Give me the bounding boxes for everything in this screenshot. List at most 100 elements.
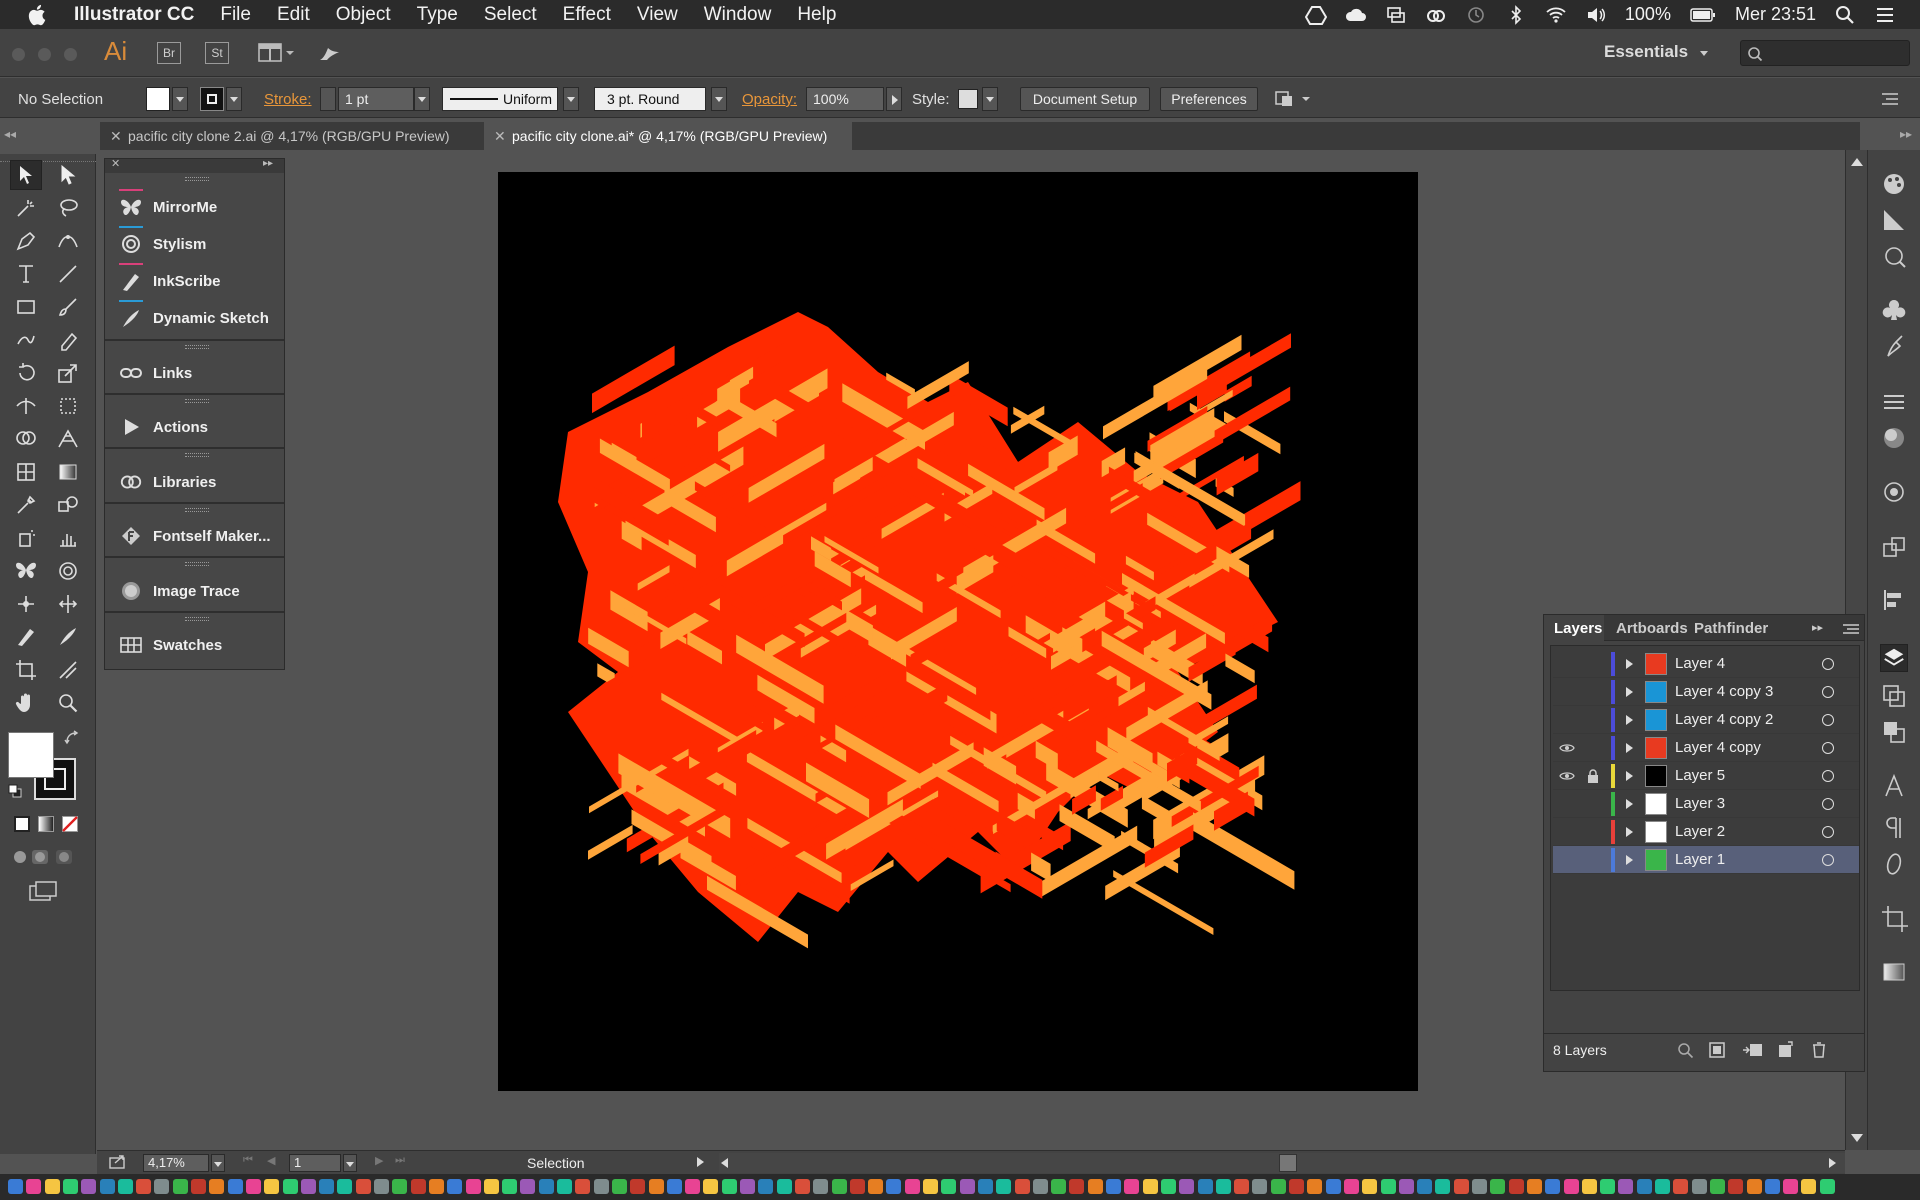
dock-app-icon[interactable] <box>191 1179 206 1194</box>
dock-app-icon[interactable] <box>941 1179 957 1194</box>
dock-app-icon[interactable] <box>26 1179 42 1194</box>
dock-app-icon[interactable] <box>1362 1179 1378 1194</box>
lock-toggle[interactable] <box>1585 852 1601 868</box>
menu-effect[interactable]: Effect <box>563 4 611 26</box>
dock-app-icon[interactable] <box>1490 1179 1506 1194</box>
layer-name[interactable]: Layer 5 <box>1675 767 1725 784</box>
panel-links[interactable]: Links <box>105 355 284 391</box>
minimize-window-button[interactable] <box>38 48 51 61</box>
dock-app-icon[interactable] <box>1709 1179 1725 1194</box>
artboard-tool-button[interactable] <box>10 655 42 685</box>
lock-toggle[interactable] <box>1585 768 1601 784</box>
dock-app-icon[interactable] <box>1179 1179 1195 1194</box>
expand-layer-icon[interactable] <box>1626 855 1633 865</box>
battery-icon[interactable] <box>1689 5 1717 25</box>
panel-image-trace[interactable]: Image Trace <box>105 573 284 609</box>
screen-mode-icon[interactable] <box>28 880 58 902</box>
character-panel-button[interactable] <box>1880 772 1908 800</box>
dock-app-icon[interactable] <box>557 1179 572 1194</box>
dock-app-icon[interactable] <box>740 1179 755 1194</box>
stroke-label[interactable]: Stroke: <box>264 91 312 108</box>
default-fill-stroke-icon[interactable] <box>8 784 22 798</box>
dock-app-icon[interactable] <box>1270 1179 1286 1194</box>
dock-app-icon[interactable] <box>264 1179 280 1194</box>
color-mode-button[interactable] <box>14 816 30 832</box>
selection-tool-button[interactable] <box>10 160 42 190</box>
inkscribe-tool-button[interactable] <box>10 622 42 652</box>
plugin-mirrorme[interactable]: MirrorMe <box>105 189 284 225</box>
scroll-right-arrow[interactable] <box>1829 1158 1836 1168</box>
last-artboard-icon[interactable]: ⏭ <box>395 1154 405 1167</box>
dock-app-icon[interactable] <box>1014 1179 1030 1194</box>
previous-artboard-icon[interactable]: ◀ <box>267 1154 275 1167</box>
brushes-panel-button[interactable] <box>1880 332 1908 360</box>
dock-app-icon[interactable] <box>886 1179 902 1194</box>
tab-artboards[interactable]: Artboards <box>1616 618 1688 640</box>
tab-pathfinder[interactable]: Pathfinder <box>1694 618 1768 640</box>
apple-icon[interactable] <box>26 3 50 27</box>
expand-layer-icon[interactable] <box>1626 687 1633 697</box>
menu-type[interactable]: Type <box>417 4 458 26</box>
stylism-tool-button[interactable] <box>52 556 84 586</box>
paragraph-panel-button[interactable] <box>1880 814 1908 842</box>
menu-object[interactable]: Object <box>336 4 391 26</box>
dock-app-icon[interactable] <box>849 1179 865 1194</box>
bluetooth-icon[interactable] <box>1505 4 1527 25</box>
dock-app-icon[interactable] <box>977 1179 993 1194</box>
dock-app-icon[interactable] <box>1636 1179 1652 1194</box>
lock-toggle[interactable] <box>1585 684 1601 700</box>
visibility-toggle[interactable] <box>1559 712 1575 728</box>
arrange-icon[interactable] <box>1274 88 1314 110</box>
stroke-weight-field[interactable]: 1 pt <box>338 87 414 111</box>
dock-app-icon[interactable] <box>611 1179 627 1194</box>
hand-tool-button[interactable] <box>10 688 42 718</box>
dock-app-icon[interactable] <box>209 1179 225 1194</box>
tab-pacific-city-clone-2[interactable]: ✕ pacific city clone 2.ai @ 4,17% (RGB/G… <box>100 122 480 150</box>
dock-app-icon[interactable] <box>1197 1179 1213 1194</box>
dock-app-icon[interactable] <box>904 1179 920 1194</box>
gradient-panel-button[interactable] <box>1880 424 1908 452</box>
layer-row[interactable]: Layer 3 <box>1553 790 1859 818</box>
layer-row[interactable]: Layer 4 copy 3 <box>1553 678 1859 706</box>
pathfinder-panel-button[interactable] <box>1880 718 1908 746</box>
dock-app-icon[interactable] <box>959 1179 975 1194</box>
create-sublayer-icon[interactable] <box>1742 1041 1764 1059</box>
first-artboard-icon[interactable]: ⏮ <box>243 1154 253 1167</box>
layer-name[interactable]: Layer 3 <box>1675 795 1725 812</box>
visibility-toggle[interactable] <box>1559 684 1575 700</box>
expand-layer-icon[interactable] <box>1626 659 1633 669</box>
mirror-axis-tool-button[interactable] <box>52 589 84 619</box>
scroll-thumb[interactable] <box>1279 1154 1297 1172</box>
panel-menu-icon[interactable] <box>1842 622 1860 636</box>
zoom-tool-button[interactable] <box>52 688 84 718</box>
dock-app-icon[interactable] <box>1343 1179 1359 1194</box>
app-menu[interactable]: Illustrator CC <box>74 4 194 26</box>
status-menu-arrow[interactable] <box>697 1157 704 1167</box>
dock-app-icon[interactable] <box>593 1179 609 1194</box>
artboard[interactable] <box>498 172 1418 1091</box>
fill-widget[interactable] <box>8 732 54 778</box>
menu-select[interactable]: Select <box>484 4 537 26</box>
crop-marks-button[interactable] <box>1880 904 1908 932</box>
menu-help[interactable]: Help <box>797 4 836 26</box>
dock-app-icon[interactable] <box>538 1179 554 1194</box>
swap-fill-stroke-icon[interactable] <box>64 730 80 746</box>
stroke-weight-stepper[interactable] <box>320 87 336 111</box>
chevron-down-icon[interactable] <box>1700 51 1708 56</box>
rotate-tool-button[interactable] <box>10 358 42 388</box>
target-icon[interactable] <box>1822 826 1834 838</box>
color-panel-button[interactable] <box>1880 170 1908 198</box>
dock-app-icon[interactable] <box>758 1179 774 1194</box>
gradient-tool-button[interactable] <box>52 457 84 487</box>
scroll-up-arrow[interactable] <box>1851 158 1863 166</box>
dock-app-icon[interactable] <box>1069 1179 1085 1194</box>
expand-layer-icon[interactable] <box>1626 771 1633 781</box>
search-input[interactable] <box>1740 40 1910 66</box>
plugin-dynamic-sketch[interactable]: Dynamic Sketch <box>105 300 284 336</box>
dynamic-sketch-tool-button[interactable] <box>52 622 84 652</box>
dock-app-icon[interactable] <box>703 1179 719 1194</box>
dock-app-icon[interactable] <box>44 1179 60 1194</box>
artboards-panel-button[interactable] <box>1880 682 1908 710</box>
artboard-number-field[interactable]: 1 <box>289 1154 341 1172</box>
dock-app-icon[interactable] <box>1325 1179 1341 1194</box>
